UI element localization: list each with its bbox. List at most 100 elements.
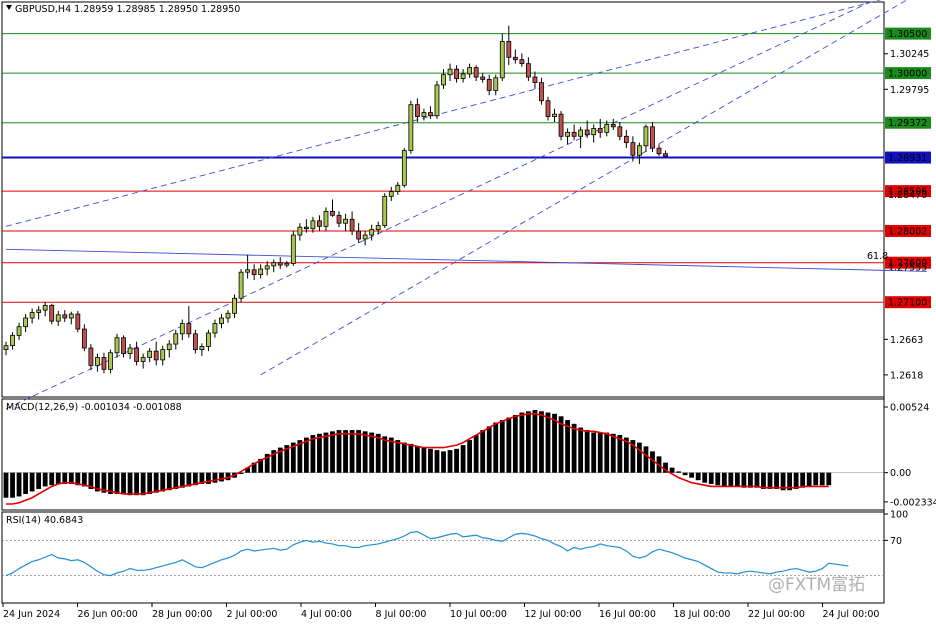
candle-body [467,67,473,75]
candle-body [290,234,296,264]
macd-bar [310,435,316,473]
macd-bar [480,430,486,473]
macd-bar [395,440,401,473]
macd-bar [637,442,642,473]
candle-body [395,184,401,192]
fib-label: 61.8 [867,251,888,262]
rsi-tick-label: 70 [890,536,902,547]
macd-bar [715,472,721,486]
candle-body [49,304,55,322]
time-tick-label: 8 Jul 00:00 [376,609,427,620]
rsi-tick-label: 100 [890,510,908,521]
candle-body [401,150,407,186]
macd-bar [317,433,322,473]
candle-body [336,214,342,224]
candle-body [199,346,205,351]
macd-info: MACD(12,26,9) -0.001034 -0.001088 [6,402,182,413]
trading-chart[interactable]: 1.305001.300001.293721.289311.285061.280… [0,0,936,624]
level-tag-label: 1.30000 [888,69,927,80]
candle-body [571,131,577,137]
candle-body [232,297,237,314]
macd-bar [813,472,819,486]
macd-bar [55,472,61,484]
candle-body [610,124,616,128]
candle-body [388,191,394,197]
macd-bar [526,411,531,473]
candle-body [532,76,538,83]
candle-body [447,68,453,76]
macd-bar [473,435,479,473]
candle-body [643,126,649,147]
candle-body [238,271,244,299]
candle-body [62,314,68,319]
candle-body [519,59,525,65]
symbol-header: GBPUSD,H4 1.28959 1.28985 1.28950 1.2895… [6,4,240,15]
candle-body [362,234,368,240]
macd-bar [734,472,740,487]
level-tag-label: 1.29372 [888,118,927,129]
candle-body [565,131,570,137]
macd-bar [532,410,538,473]
candle-body [506,41,512,58]
time-tick-label: 2 Jul 00:00 [227,609,278,620]
macd-bar [160,472,166,492]
macd-bar [539,411,544,473]
candle-body [192,333,198,350]
candle-body [258,268,264,275]
level-tag-label: 1.30500 [888,29,927,40]
candle-body [578,129,584,137]
macd-tick-label: 0.00 [890,468,911,479]
macd-bar [604,432,610,473]
candle-body [650,126,655,149]
candle-body [637,145,642,156]
macd-bar [676,471,681,473]
price-tick-label: 1.2618 [890,370,923,381]
candle-body [121,337,126,354]
macd-bar [682,472,688,476]
candle-body [434,84,440,117]
macd-bar [512,415,518,473]
candle-body [68,313,74,319]
candle-body [623,135,629,144]
candle-body [545,100,551,117]
candle-body [284,263,290,266]
level-tag-label: 1.28931 [888,153,927,164]
macd-bar [382,436,388,473]
candle-body [656,147,662,155]
macd-bar [147,472,153,494]
candle-body [75,313,81,330]
candle-body [16,326,22,336]
candle-body [428,112,433,117]
price-tick-label: 1.28470 [888,190,927,201]
candle-body [88,347,94,366]
candle-body [186,323,192,335]
candle-body [212,323,218,334]
candle-body [663,153,668,157]
macd-tick-label: 0.00524 [890,403,929,414]
time-tick-label: 12 Jul 00:00 [525,609,582,620]
macd-bar [23,472,28,494]
candle-body [323,210,329,227]
macd-bar [754,472,760,488]
macd-bar [584,430,590,473]
macd-bar [173,472,179,489]
macd-bar [545,412,551,473]
candle-body [245,269,251,273]
candle-body [486,79,492,91]
candle-body [473,67,479,78]
macd-bar [375,433,381,473]
macd-bar [761,472,766,489]
macd-bar [748,472,753,488]
price-tick-label: 1.30245 [890,49,929,60]
candle-body [55,314,61,322]
candle-body [597,127,603,133]
price-tick-label: 1.2663 [890,335,923,346]
macd-bar [597,432,603,473]
time-tick-label: 22 Jul 00:00 [748,609,805,620]
candle-body [166,343,172,351]
macd-bar [42,472,48,487]
candle-body [375,225,381,230]
candle-body [95,357,100,366]
candle-body [114,337,120,354]
candle-body [330,210,335,216]
